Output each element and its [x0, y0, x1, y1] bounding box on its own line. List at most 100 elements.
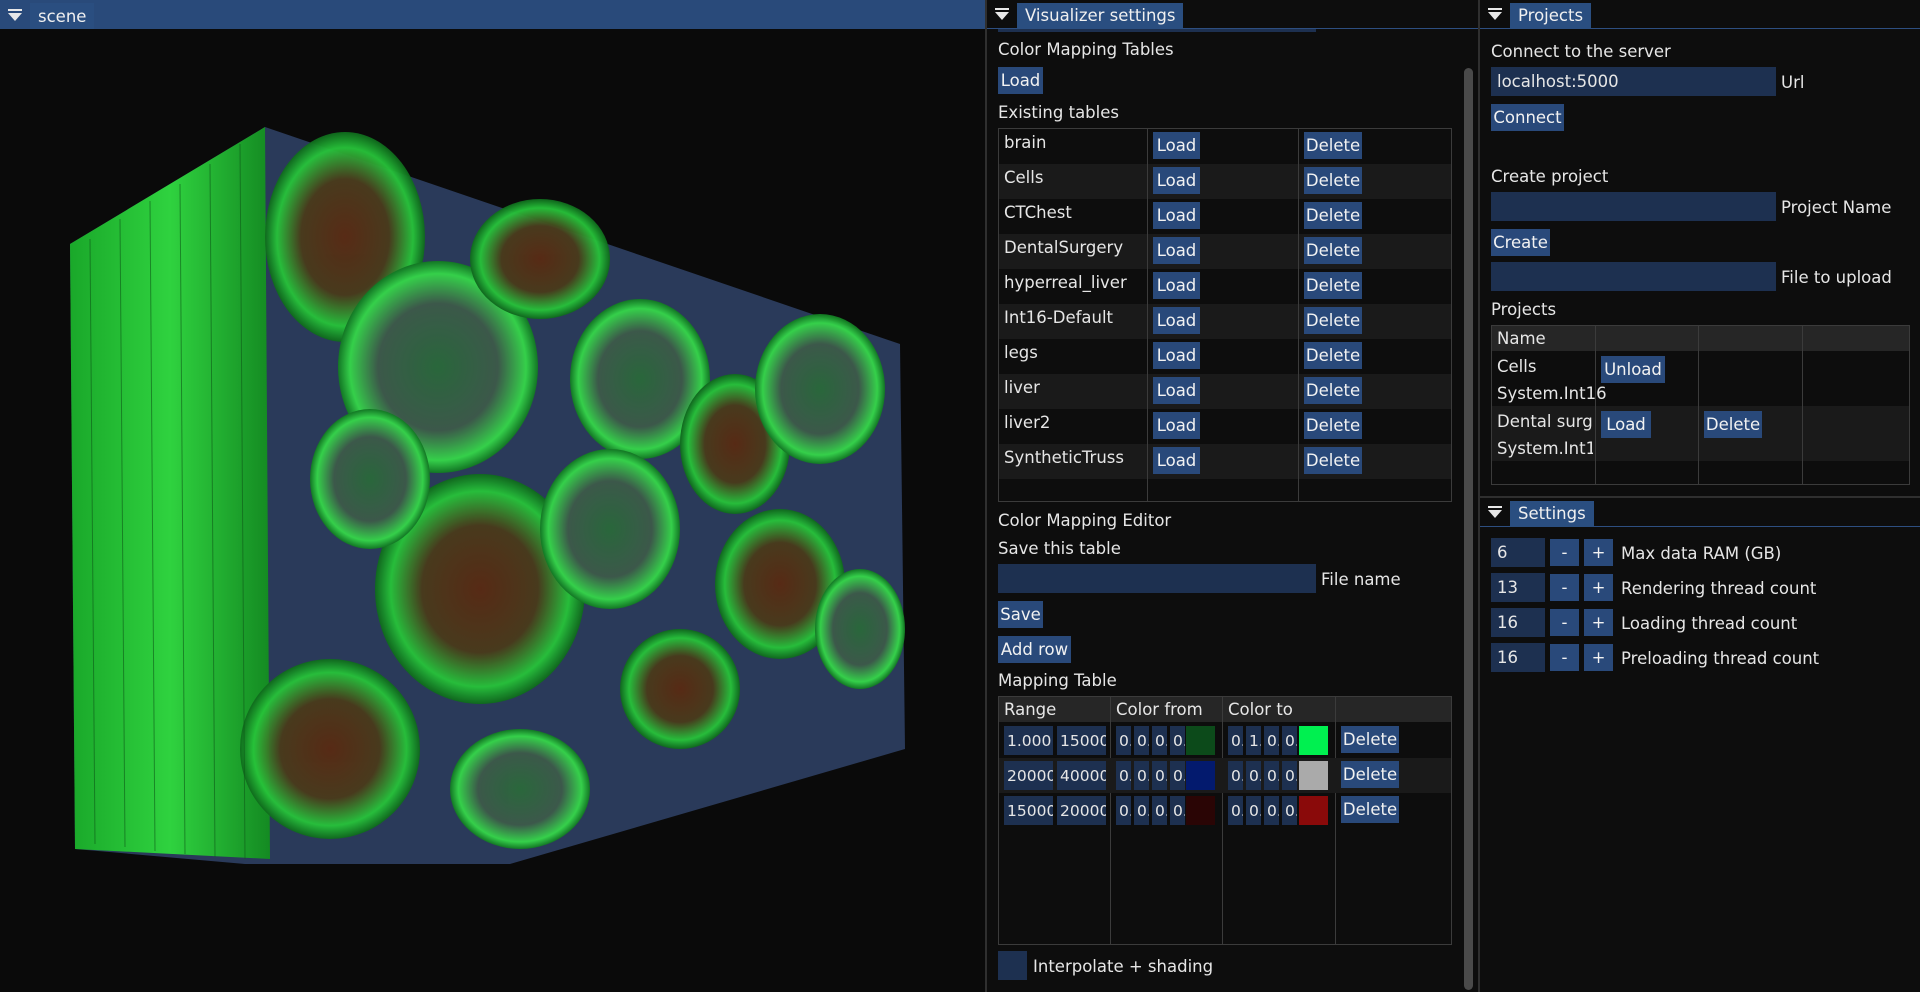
load-table-row-button[interactable]: Load [1153, 377, 1200, 404]
delete-table-row-button[interactable]: Delete [1304, 412, 1362, 439]
file-upload-input[interactable] [1491, 262, 1776, 291]
col-color-from: Color from [1116, 700, 1203, 719]
color-to-channel-input[interactable]: 0. [1228, 796, 1243, 825]
delete-table-row-button[interactable]: Delete [1304, 447, 1362, 474]
delete-table-row-button[interactable]: Delete [1304, 237, 1362, 264]
volume-render-viewport[interactable] [0, 29, 985, 992]
color-to-channel-input[interactable]: 0. [1228, 726, 1243, 755]
color-to-channel-input[interactable]: 0. [1246, 796, 1261, 825]
increment-button[interactable]: + [1584, 609, 1613, 636]
setting-value-input[interactable]: 13 [1491, 573, 1545, 602]
unload-button[interactable]: Unload [1601, 356, 1665, 383]
collapse-arrow-icon[interactable] [987, 0, 1017, 29]
decrement-button[interactable]: - [1550, 644, 1579, 671]
color-from-channel-input[interactable]: 0. [1116, 761, 1131, 790]
color-from-swatch[interactable] [1186, 761, 1215, 790]
collapse-arrow-icon[interactable] [0, 0, 30, 29]
color-from-channel-input[interactable]: 0. [1134, 726, 1149, 755]
scrollbar-thumb[interactable] [1464, 68, 1473, 990]
delete-mapping-row-button[interactable]: Delete [1341, 796, 1399, 823]
load-table-row-button[interactable]: Load [1153, 202, 1200, 229]
delete-table-row-button[interactable]: Delete [1304, 202, 1362, 229]
setting-value-input[interactable]: 6 [1491, 538, 1545, 567]
project-name-input[interactable] [1491, 192, 1776, 221]
window-divider[interactable] [985, 0, 987, 992]
color-to-channel-input[interactable]: 0. [1264, 796, 1279, 825]
range-from-input[interactable]: 1.000 [1004, 726, 1053, 755]
settings-tab[interactable]: Settings [1510, 500, 1594, 527]
setting-value-input[interactable]: 16 [1491, 608, 1545, 637]
color-to-channel-input[interactable]: 0. [1282, 796, 1297, 825]
delete-table-row-button[interactable]: Delete [1304, 342, 1362, 369]
load-table-button[interactable]: Load [998, 67, 1043, 94]
delete-project-button[interactable]: Delete [1704, 411, 1762, 438]
color-from-channel-input[interactable]: 0. [1116, 726, 1131, 755]
color-to-swatch[interactable] [1299, 726, 1328, 755]
interpolate-checkbox[interactable] [998, 951, 1027, 980]
url-input[interactable]: localhost:5000 [1491, 67, 1776, 96]
increment-button[interactable]: + [1584, 644, 1613, 671]
projects-tab[interactable]: Projects [1510, 2, 1592, 29]
setting-value-input[interactable]: 16 [1491, 643, 1545, 672]
color-to-channel-input[interactable]: 0. [1228, 761, 1243, 790]
load-table-row-button[interactable]: Load [1153, 272, 1200, 299]
delete-table-row-button[interactable]: Delete [1304, 272, 1362, 299]
color-to-swatch[interactable] [1299, 761, 1328, 790]
add-row-button[interactable]: Add row [998, 636, 1071, 663]
collapse-arrow-icon[interactable] [1480, 498, 1510, 527]
decrement-button[interactable]: - [1550, 609, 1579, 636]
load-table-row-button[interactable]: Load [1153, 447, 1200, 474]
color-from-channel-input[interactable]: 0. [1152, 726, 1167, 755]
color-to-channel-input[interactable]: 0. [1246, 761, 1261, 790]
load-table-row-button[interactable]: Load [1153, 132, 1200, 159]
range-to-input[interactable]: 20000 [1057, 796, 1106, 825]
color-from-channel-input[interactable]: 0. [1170, 761, 1185, 790]
connect-button[interactable]: Connect [1491, 104, 1564, 131]
load-table-row-button[interactable]: Load [1153, 237, 1200, 264]
table-name: Cells [1004, 168, 1044, 187]
increment-button[interactable]: + [1584, 539, 1613, 566]
delete-mapping-row-button[interactable]: Delete [1341, 761, 1399, 788]
color-from-swatch[interactable] [1186, 726, 1215, 755]
decrement-button[interactable]: - [1550, 539, 1579, 566]
delete-table-row-button[interactable]: Delete [1304, 167, 1362, 194]
color-to-channel-input[interactable]: 0. [1264, 726, 1279, 755]
scene-tab[interactable]: scene [30, 3, 95, 29]
color-to-channel-input[interactable]: 0. [1282, 726, 1297, 755]
delete-table-row-button[interactable]: Delete [1304, 307, 1362, 334]
color-to-swatch[interactable] [1299, 796, 1328, 825]
color-from-channel-input[interactable]: 0. [1116, 796, 1131, 825]
color-from-channel-input[interactable]: 0. [1152, 796, 1167, 825]
create-button[interactable]: Create [1491, 229, 1550, 256]
collapse-arrow-icon[interactable] [1480, 0, 1510, 29]
load-table-row-button[interactable]: Load [1153, 307, 1200, 334]
delete-table-row-button[interactable]: Delete [1304, 377, 1362, 404]
setting-label: Loading thread count [1621, 614, 1798, 633]
load-table-row-button[interactable]: Load [1153, 412, 1200, 439]
range-to-input[interactable]: 15000 [1057, 726, 1106, 755]
load-table-row-button[interactable]: Load [1153, 342, 1200, 369]
color-to-channel-input[interactable]: 0. [1264, 761, 1279, 790]
decrement-button[interactable]: - [1550, 574, 1579, 601]
save-button[interactable]: Save [998, 601, 1043, 628]
color-from-swatch[interactable] [1186, 796, 1215, 825]
range-from-input[interactable]: 15000 [1004, 796, 1053, 825]
range-to-input[interactable]: 40000 [1057, 761, 1106, 790]
color-from-channel-input[interactable]: 0. [1170, 726, 1185, 755]
color-from-channel-input[interactable]: 0. [1134, 796, 1149, 825]
delete-table-row-button[interactable]: Delete [1304, 132, 1362, 159]
color-to-channel-input[interactable]: 1. [1246, 726, 1261, 755]
load-table-row-button[interactable]: Load [1153, 167, 1200, 194]
color-to-channel-input[interactable]: 0. [1282, 761, 1297, 790]
range-from-input[interactable]: 20000 [1004, 761, 1053, 790]
scene-titlebar: scene [0, 0, 985, 29]
increment-button[interactable]: + [1584, 574, 1613, 601]
load-project-button[interactable]: Load [1601, 411, 1651, 438]
color-from-channel-input[interactable]: 0. [1170, 796, 1185, 825]
visualizer-tab[interactable]: Visualizer settings [1017, 2, 1184, 29]
file-name-input[interactable] [998, 564, 1316, 593]
window-divider[interactable] [1480, 496, 1920, 498]
color-from-channel-input[interactable]: 0. [1134, 761, 1149, 790]
delete-mapping-row-button[interactable]: Delete [1341, 726, 1399, 753]
color-from-channel-input[interactable]: 0. [1152, 761, 1167, 790]
